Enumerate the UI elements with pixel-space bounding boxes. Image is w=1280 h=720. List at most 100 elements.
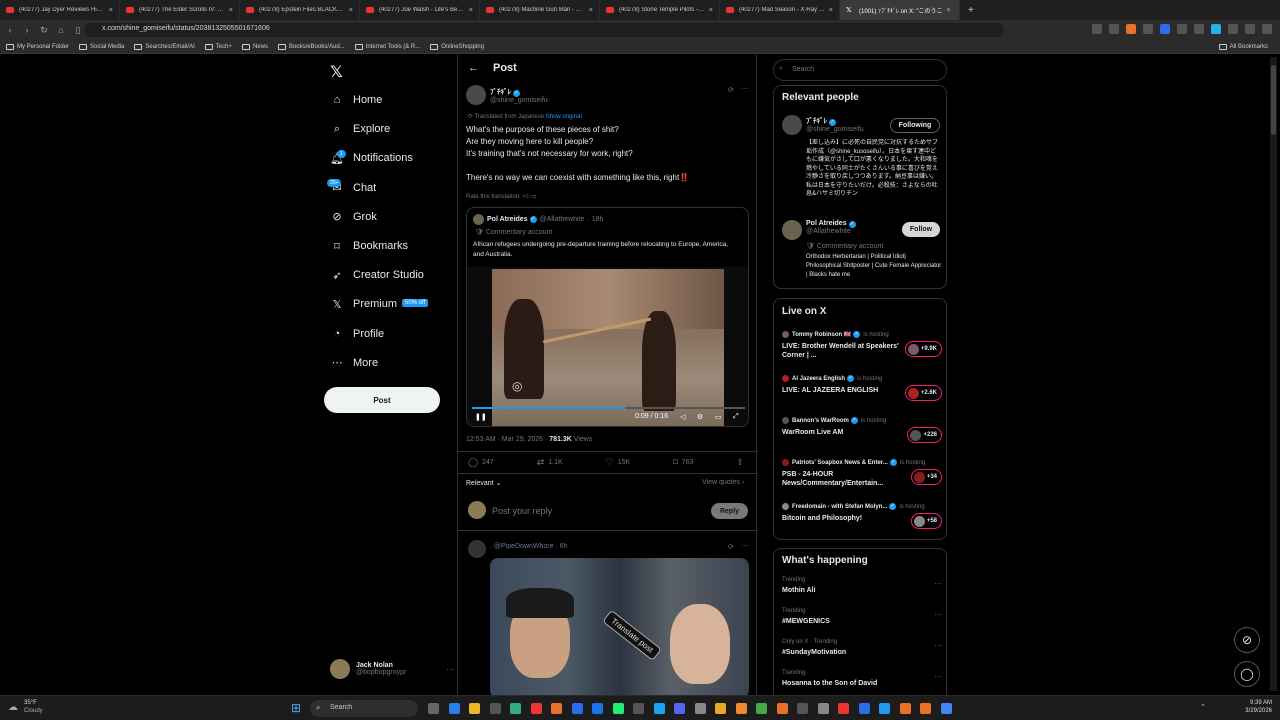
translate-overlay[interactable]: Translate post: [602, 609, 663, 662]
nav-item-more[interactable]: ⋯ More: [330, 356, 379, 370]
thumbs-down-icon[interactable]: 👎︎: [530, 194, 536, 200]
live-listener-badge[interactable]: +58: [910, 513, 942, 529]
nav-item-premium[interactable]: 𝕏 Premium: [330, 297, 397, 311]
taskbar-app-icon[interactable]: [428, 703, 439, 714]
bookmark-folder[interactable]: OnlineShopping: [430, 43, 484, 50]
taskbar-app-icon[interactable]: [510, 703, 521, 714]
trend-item[interactable]: Trending #MEWGENICS ···: [782, 608, 942, 625]
fullscreen-icon[interactable]: ⤢: [733, 413, 739, 421]
video-player[interactable]: ◎ ❚❚ 0:09 / 0:16 ◁ ⚙ ▭ ⤢: [467, 267, 748, 426]
taskbar-app-icon[interactable]: [776, 703, 788, 714]
close-icon[interactable]: ×: [589, 7, 593, 14]
browser-tab[interactable]: (40278) Stone Temple Pilots - MTV U ×: [600, 0, 720, 20]
more-icon[interactable]: ···: [446, 665, 454, 674]
post-author[interactable]: ﾌﾞﾁｷﾞﾚ ✓ @shine_gomiseifu: [466, 85, 548, 105]
live-item[interactable]: Bannon's WarRoom ✓ is hosting WarRoom Live …: [782, 417, 942, 443]
close-icon[interactable]: ×: [469, 7, 473, 14]
forward-icon[interactable]: ›: [20, 25, 34, 35]
extension-icon[interactable]: [1245, 24, 1255, 34]
live-listener-badge[interactable]: +9.9K: [904, 341, 942, 357]
extension-icon[interactable]: [1228, 24, 1238, 34]
pause-icon[interactable]: ❚❚: [475, 413, 487, 421]
extension-icon[interactable]: [1143, 24, 1153, 34]
live-item[interactable]: Al Jazeera English ✓ is hosting LIVE: AL JA…: [782, 375, 942, 401]
bookmark-icon[interactable]: ▯: [71, 25, 85, 36]
browser-tab[interactable]: (40278) Machine Gun Man - YouTube ×: [480, 0, 600, 20]
browser-tab[interactable]: (40277) The Elder Scrolls IV: Oblivion ×: [120, 0, 240, 20]
back-arrow-icon[interactable]: ←: [468, 62, 479, 74]
taskbar-app-icon[interactable]: [530, 703, 542, 714]
close-icon[interactable]: ×: [349, 7, 353, 14]
wifi-icon[interactable]: ⌃: [1200, 703, 1206, 711]
follow-button[interactable]: Follow: [902, 222, 940, 237]
settings-icon[interactable]: ⚙: [697, 413, 703, 421]
reply-action[interactable]: ◯ 247: [468, 457, 494, 468]
account-switcher[interactable]: Jack Nolan @bopbopgroypr ···: [330, 659, 454, 679]
extension-icon[interactable]: [1109, 24, 1119, 34]
more-icon[interactable]: ···: [741, 541, 749, 550]
search-input[interactable]: Search: [773, 59, 947, 81]
browser-tab[interactable]: (40277) Joe Walsh - Life's Been Good ×: [360, 0, 480, 20]
live-listener-badge[interactable]: +2.6K: [904, 385, 942, 401]
repost-action[interactable]: ⇄ 1.1K: [537, 457, 563, 468]
bookmark-folder[interactable]: Tech+: [204, 43, 232, 50]
more-icon[interactable]: ···: [934, 579, 942, 588]
taskbar-app-icon[interactable]: [899, 703, 911, 714]
taskbar-search[interactable]: Search: [310, 700, 418, 717]
back-icon[interactable]: ‹: [3, 25, 17, 35]
url-field[interactable]: x.com/shine_gomiseifu/status/20381325055…: [84, 23, 1004, 37]
chat-icon[interactable]: ◯: [1234, 661, 1260, 687]
taskbar-app-icon[interactable]: [838, 703, 849, 714]
close-icon[interactable]: ×: [829, 7, 833, 14]
view-quotes-link[interactable]: View quotes ›: [702, 479, 744, 486]
taskbar-app-icon[interactable]: [469, 703, 480, 714]
extension-icon[interactable]: [1177, 24, 1187, 34]
taskbar-app-icon[interactable]: [858, 703, 870, 714]
post-button[interactable]: Post: [324, 387, 440, 413]
grok-icon[interactable]: ⊘: [1234, 627, 1260, 653]
taskbar-app-icon[interactable]: [653, 703, 665, 714]
close-icon[interactable]: ×: [709, 7, 713, 14]
reply-input[interactable]: Post your reply: [492, 506, 552, 516]
trend-item[interactable]: Trending Hosanna to the Son of David ···: [782, 670, 942, 687]
taskbar-app-icon[interactable]: [756, 703, 767, 714]
taskbar-app-icon[interactable]: [592, 703, 603, 714]
nav-item-grok[interactable]: ⊘ Grok: [330, 210, 376, 224]
grok-icon[interactable]: ⟳: [728, 543, 734, 551]
thumbs-up-icon[interactable]: 👍︎: [522, 194, 528, 200]
grok-icon[interactable]: ⟳: [728, 86, 734, 94]
taskbar-app-icon[interactable]: [797, 703, 808, 714]
taskbar-app-icon[interactable]: [489, 703, 501, 714]
share-icon[interactable]: ⇪: [736, 457, 748, 468]
live-item[interactable]: Freedomain - with Stefan Molyn... ✓ is hos…: [782, 503, 942, 529]
live-item[interactable]: Tommy Robinson 🇬🇧 ✓ is hosting LIVE: Brothe…: [782, 331, 942, 360]
video-progress[interactable]: [472, 407, 745, 409]
taskbar-app-icon[interactable]: [448, 703, 460, 714]
reply-button[interactable]: Reply: [711, 503, 748, 519]
menu-icon[interactable]: [1262, 24, 1272, 34]
trend-item[interactable]: Only on X · Trending #SundayMotivation ···: [782, 639, 942, 656]
trend-item[interactable]: Trending Mothin Ali ···: [782, 577, 942, 594]
show-original-link[interactable]: Show original: [546, 114, 582, 120]
like-action[interactable]: ♡ 15K: [606, 457, 631, 468]
more-icon[interactable]: ···: [934, 672, 942, 681]
reply-author[interactable]: . @PipeDownWhore · 6h: [490, 543, 568, 550]
more-icon[interactable]: ···: [741, 84, 749, 93]
taskbar-app-icon[interactable]: [940, 703, 952, 714]
browser-tab[interactable]: (40277) Jay Dyer Reviews His Debate ×: [0, 0, 120, 20]
live-listener-badge[interactable]: +226: [907, 427, 942, 443]
bookmark-folder[interactable]: Books/eBooks/Aud...: [277, 43, 345, 50]
sort-relevant[interactable]: Relevant ⌄: [466, 479, 501, 487]
bookmark-folder[interactable]: News: [241, 43, 268, 50]
close-icon[interactable]: ×: [947, 7, 951, 14]
bookmark-folder[interactable]: Searches/Email/AI: [134, 43, 195, 50]
person-info[interactable]: Pol Atreides ✓ @Allathewhite: [806, 220, 856, 235]
nav-item-profile[interactable]: ◔ Profile: [330, 327, 385, 341]
extension-icon[interactable]: [1194, 24, 1204, 34]
brave-icon[interactable]: [1126, 24, 1136, 34]
quoted-post[interactable]: Pol Atreides ✓ @Allathewhite · 18h 🛡︎ Co…: [466, 207, 749, 427]
browser-tab[interactable]: (40277) Mad Season - X-Ray Mind (L ×: [720, 0, 840, 20]
home-icon[interactable]: ⌂: [54, 25, 68, 35]
more-icon[interactable]: ···: [934, 610, 942, 619]
live-item[interactable]: Patriots' Soapbox News & Enter... ✓ is hos…: [782, 459, 942, 488]
